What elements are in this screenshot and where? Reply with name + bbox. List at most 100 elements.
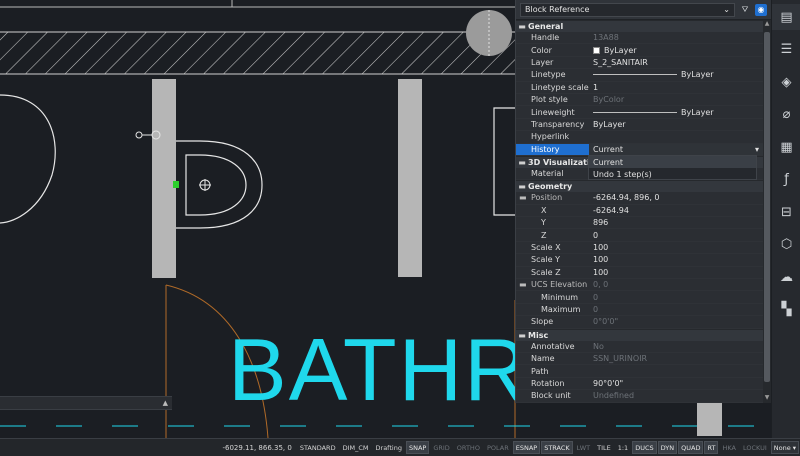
history-dropdown-list[interactable]: Current Undo 1 step(s) (588, 155, 757, 180)
property-value[interactable] (589, 365, 763, 376)
status-toggle-hka[interactable]: HKA (719, 441, 738, 454)
status-toggle-lwt[interactable]: LWT (574, 441, 593, 454)
property-value[interactable]: -6264.94, 896, 0 (589, 192, 763, 203)
property-value[interactable]: Undefined (589, 390, 763, 401)
chevron-down-icon[interactable]: ▾ (755, 145, 759, 154)
property-row[interactable]: Lineweight ByLayer (516, 106, 763, 119)
filter-selection-icon[interactable]: ⛛ (739, 4, 751, 16)
property-value[interactable]: ByColor (589, 94, 763, 105)
scroll-up-icon[interactable]: ▲ (763, 20, 771, 29)
property-row[interactable]: Plot style ByColor (516, 94, 763, 107)
status-toggle-none[interactable]: None ▾ (770, 441, 799, 454)
panel-scrollbar[interactable]: ▲ ▼ (763, 20, 771, 403)
property-value[interactable]: No (589, 341, 763, 352)
status-toggle-strack[interactable]: STRACK (541, 441, 573, 454)
cube-icon[interactable]: ⬡ (772, 232, 800, 258)
history-option[interactable]: Undo 1 step(s) (589, 168, 756, 180)
property-row[interactable]: Transparency ByLayer (516, 119, 763, 132)
settings-sliders-icon[interactable]: ☰ (772, 37, 800, 63)
property-value[interactable]: 100 (589, 254, 763, 265)
property-row[interactable]: X -6264.94 (516, 205, 763, 218)
property-row[interactable]: Name SSN_URINOIR (516, 353, 763, 366)
status-toggle-ducs[interactable]: DUCS (632, 441, 657, 454)
property-row[interactable]: Annotative No (516, 341, 763, 353)
status-toggle-1-1[interactable]: 1:1 (615, 441, 631, 454)
property-row[interactable]: Color ByLayer (516, 44, 763, 57)
property-row[interactable]: Slope 0°0'0" (516, 316, 763, 329)
property-row[interactable]: Handle 13A88 (516, 32, 763, 45)
property-value[interactable]: ByLayer (589, 106, 763, 117)
section-general[interactable]: ▬ General (516, 20, 763, 32)
property-value[interactable] (589, 131, 763, 142)
status-toggle-grid[interactable]: GRID (430, 441, 452, 454)
property-row[interactable]: Maximum 0 (516, 304, 763, 317)
property-row[interactable]: Scale X 100 (516, 242, 763, 255)
property-row[interactable]: ▬ Position -6264.94, 896, 0 (516, 192, 763, 205)
properties-icon[interactable]: ▤ (772, 4, 800, 30)
property-row[interactable]: Scale Y 100 (516, 254, 763, 267)
property-value[interactable]: 100 (589, 267, 763, 278)
property-value[interactable]: -6264.94 (589, 205, 763, 216)
section-misc[interactable]: ▬ Misc (516, 328, 763, 341)
property-row[interactable]: Hyperlink (516, 131, 763, 144)
property-value[interactable]: Current ▾ (589, 143, 763, 155)
property-row[interactable]: Linetype ByLayer (516, 69, 763, 82)
property-value[interactable]: ByLayer (589, 119, 763, 130)
linetype-preview (593, 111, 677, 113)
property-value[interactable]: 0 (589, 304, 763, 315)
grid-icon[interactable]: ▚ (772, 297, 800, 323)
status-toggle-quad[interactable]: QUAD (678, 441, 704, 454)
property-value[interactable]: 90°0'0" (589, 378, 763, 389)
command-line[interactable]: ▲ (0, 396, 172, 410)
attachment-icon[interactable]: ⌀ (772, 102, 800, 128)
collapse-icon[interactable]: ▬ (519, 193, 531, 202)
quick-select-icon[interactable]: ◉ (755, 3, 767, 16)
property-row[interactable]: Scale Z 100 (516, 267, 763, 280)
property-value[interactable]: 896 (589, 217, 763, 228)
property-row[interactable]: Layer S_2_SANITAIR (516, 57, 763, 70)
status-toggle-tile[interactable]: TILE (594, 441, 614, 454)
property-value[interactable]: 0, 0 (589, 279, 763, 290)
property-row[interactable]: Linetype scale 1 (516, 82, 763, 94)
status-toggle-dyn[interactable]: DYN (657, 441, 678, 454)
property-row[interactable]: Path (516, 365, 763, 378)
status-toggle-dim-cm[interactable]: DIM_CM (340, 441, 372, 454)
fx-icon[interactable]: ƒ (772, 167, 800, 193)
status-toggle-polar[interactable]: POLAR (484, 441, 512, 454)
property-value[interactable]: 1 (589, 82, 763, 93)
property-value[interactable]: 100 (589, 242, 763, 253)
section-geometry[interactable]: ▬ Geometry (516, 180, 763, 193)
structure-icon[interactable]: ⊟ (772, 199, 800, 225)
property-value[interactable]: 13A88 (589, 32, 763, 43)
property-value[interactable]: ByLayer (589, 69, 763, 80)
status-toggle-drafting[interactable]: Drafting (373, 441, 405, 454)
property-value[interactable]: 0 (589, 229, 763, 240)
expand-triangle-icon[interactable]: ▲ (163, 399, 168, 407)
property-value[interactable]: S_2_SANITAIR (589, 57, 763, 68)
status-toggle-snap[interactable]: SNAP (405, 441, 430, 454)
property-row[interactable]: Rotation 90°0'0" (516, 378, 763, 391)
scroll-thumb[interactable] (764, 32, 770, 382)
property-row[interactable]: Block unit Undefined (516, 390, 763, 403)
status-toggle-lockui[interactable]: LOCKUI (740, 441, 770, 454)
status-toggle-esnap[interactable]: ESNAP (512, 441, 541, 454)
scroll-down-icon[interactable]: ▼ (763, 394, 771, 403)
property-row[interactable]: Z0 (516, 229, 763, 242)
property-value[interactable]: SSN_URINOIR (589, 353, 763, 364)
property-value[interactable]: 0 (589, 291, 763, 302)
property-value[interactable]: 0°0'0" (589, 316, 763, 327)
property-row[interactable]: ▬ UCS Elevation 0, 0 (516, 279, 763, 292)
collapse-icon[interactable]: ▬ (519, 280, 531, 289)
history-option[interactable]: Current (589, 156, 756, 168)
table-icon[interactable]: ▦ (772, 134, 800, 160)
status-toggle-standard[interactable]: STANDARD (297, 441, 339, 454)
status-toggle-rt[interactable]: RT (704, 441, 719, 454)
property-value-text: SSN_URINOIR (593, 354, 648, 364)
layers-icon[interactable]: ◈ (772, 69, 800, 95)
selection-dropdown[interactable]: Block Reference ⌄ (520, 2, 735, 17)
cloud-icon[interactable]: ☁ (772, 264, 800, 290)
property-row[interactable]: Minimum 0 (516, 291, 763, 304)
status-toggle-ortho[interactable]: ORTHO (454, 441, 483, 454)
property-row[interactable]: Y 896 (516, 217, 763, 230)
property-value[interactable]: ByLayer (589, 44, 763, 55)
